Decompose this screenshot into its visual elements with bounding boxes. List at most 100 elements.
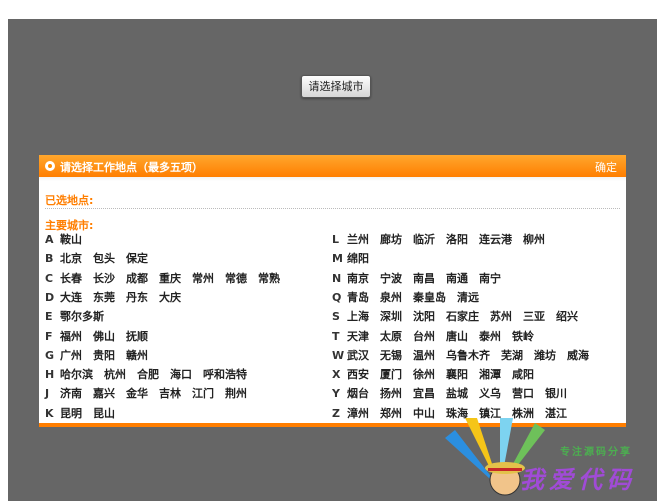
city-option[interactable]: 大庆 [159, 288, 181, 307]
city-option[interactable]: 咸阳 [512, 365, 534, 384]
city-option[interactable]: 绵阳 [347, 249, 369, 268]
city-option[interactable]: 铁岭 [512, 327, 534, 346]
city-option[interactable]: 佛山 [93, 327, 115, 346]
city-option[interactable]: 洛阳 [446, 230, 468, 249]
city-option[interactable]: 台州 [413, 327, 435, 346]
city-option[interactable]: 郑州 [380, 404, 402, 423]
city-option[interactable]: 盐城 [446, 384, 468, 403]
city-option[interactable]: 宁波 [380, 269, 402, 288]
city-option[interactable]: 烟台 [347, 384, 369, 403]
city-option[interactable]: 上海 [347, 307, 369, 326]
city-option[interactable]: 抚顺 [126, 327, 148, 346]
select-city-button[interactable]: 请选择城市 [301, 75, 371, 98]
divider [45, 208, 620, 209]
city-row-k: K 昆明 昆山 [45, 404, 126, 423]
city-option[interactable]: 泉州 [380, 288, 402, 307]
city-option[interactable]: 武汉 [347, 346, 369, 365]
city-option[interactable]: 漳州 [347, 404, 369, 423]
city-option[interactable]: 温州 [413, 346, 435, 365]
city-option[interactable]: 丹东 [126, 288, 148, 307]
city-option[interactable]: 赣州 [126, 346, 148, 365]
city-option[interactable]: 鄂尔多斯 [60, 307, 104, 326]
city-option[interactable]: 贵阳 [93, 346, 115, 365]
city-option[interactable]: 义乌 [479, 384, 501, 403]
city-option[interactable]: 太原 [380, 327, 402, 346]
city-option[interactable]: 银川 [545, 384, 567, 403]
city-option[interactable]: 深圳 [380, 307, 402, 326]
city-option[interactable]: 天津 [347, 327, 369, 346]
city-option[interactable]: 柳州 [523, 230, 545, 249]
city-option[interactable]: 临沂 [413, 230, 435, 249]
city-option[interactable]: 东莞 [93, 288, 115, 307]
city-option[interactable]: 苏州 [490, 307, 512, 326]
city-option[interactable]: 芜湖 [501, 346, 523, 365]
city-option[interactable]: 呼和浩特 [203, 365, 247, 384]
city-option[interactable]: 常熟 [258, 269, 280, 288]
city-option[interactable]: 襄阳 [446, 365, 468, 384]
watermark: 专注源码分享 我爱代码 [445, 418, 655, 498]
city-option[interactable]: 厦门 [380, 365, 402, 384]
city-option[interactable]: 嘉兴 [93, 384, 115, 403]
city-option[interactable]: 中山 [413, 404, 435, 423]
city-option[interactable]: 绍兴 [556, 307, 578, 326]
city-option[interactable]: 合肥 [137, 365, 159, 384]
city-option[interactable]: 威海 [567, 346, 589, 365]
city-option[interactable]: 潍坊 [534, 346, 556, 365]
city-option[interactable]: 南通 [446, 269, 468, 288]
city-option[interactable]: 杭州 [104, 365, 126, 384]
city-option[interactable]: 包头 [93, 249, 115, 268]
bullet-icon [45, 161, 55, 171]
letter-label: M [332, 252, 343, 266]
city-option[interactable]: 长沙 [93, 269, 115, 288]
city-option[interactable]: 乌鲁木齐 [446, 346, 490, 365]
confirm-button[interactable]: 确定 [595, 159, 617, 175]
city-option[interactable]: 大连 [60, 288, 82, 307]
city-option[interactable]: 南昌 [413, 269, 435, 288]
city-option[interactable]: 保定 [126, 249, 148, 268]
city-option[interactable]: 金华 [126, 384, 148, 403]
city-option[interactable]: 南宁 [479, 269, 501, 288]
letter-label: X [332, 368, 341, 382]
city-option[interactable]: 常德 [225, 269, 247, 288]
city-option[interactable]: 北京 [60, 249, 82, 268]
city-option[interactable]: 长春 [60, 269, 82, 288]
city-option[interactable]: 沈阳 [413, 307, 435, 326]
city-option[interactable]: 广州 [60, 346, 82, 365]
city-option[interactable]: 兰州 [347, 230, 369, 249]
city-row-j: J 济南 嘉兴 金华 吉林 江门 荆州 [45, 384, 258, 403]
city-option[interactable]: 福州 [60, 327, 82, 346]
city-option[interactable]: 重庆 [159, 269, 181, 288]
city-option[interactable]: 清远 [457, 288, 479, 307]
city-option[interactable]: 昆明 [60, 404, 82, 423]
city-option[interactable]: 廊坊 [380, 230, 402, 249]
city-option[interactable]: 宜昌 [413, 384, 435, 403]
city-option[interactable]: 石家庄 [446, 307, 479, 326]
city-option[interactable]: 青岛 [347, 288, 369, 307]
city-option[interactable]: 吉林 [159, 384, 181, 403]
city-option[interactable]: 唐山 [446, 327, 468, 346]
city-option[interactable]: 湘潭 [479, 365, 501, 384]
city-row-g: G 广州 贵阳 赣州 [45, 346, 159, 365]
letter-label: C [45, 271, 54, 285]
city-option[interactable]: 徐州 [413, 365, 435, 384]
city-option[interactable]: 南京 [347, 269, 369, 288]
city-option[interactable]: 营口 [512, 384, 534, 403]
city-option[interactable]: 江门 [192, 384, 214, 403]
city-option[interactable]: 泰州 [479, 327, 501, 346]
city-option[interactable]: 荆州 [225, 384, 247, 403]
city-option[interactable]: 西安 [347, 365, 369, 384]
city-option[interactable]: 连云港 [479, 230, 512, 249]
city-option[interactable]: 成都 [126, 269, 148, 288]
city-option[interactable]: 扬州 [380, 384, 402, 403]
city-option[interactable]: 哈尔滨 [60, 365, 93, 384]
city-option[interactable]: 济南 [60, 384, 82, 403]
letter-label: J [45, 387, 50, 401]
city-option[interactable]: 海口 [170, 365, 192, 384]
city-option[interactable]: 鞍山 [60, 230, 82, 249]
city-option[interactable]: 三亚 [523, 307, 545, 326]
city-option[interactable]: 秦皇岛 [413, 288, 446, 307]
city-row-m: M 绵阳 [332, 249, 380, 268]
city-option[interactable]: 常州 [192, 269, 214, 288]
city-option[interactable]: 昆山 [93, 404, 115, 423]
city-option[interactable]: 无锡 [380, 346, 402, 365]
